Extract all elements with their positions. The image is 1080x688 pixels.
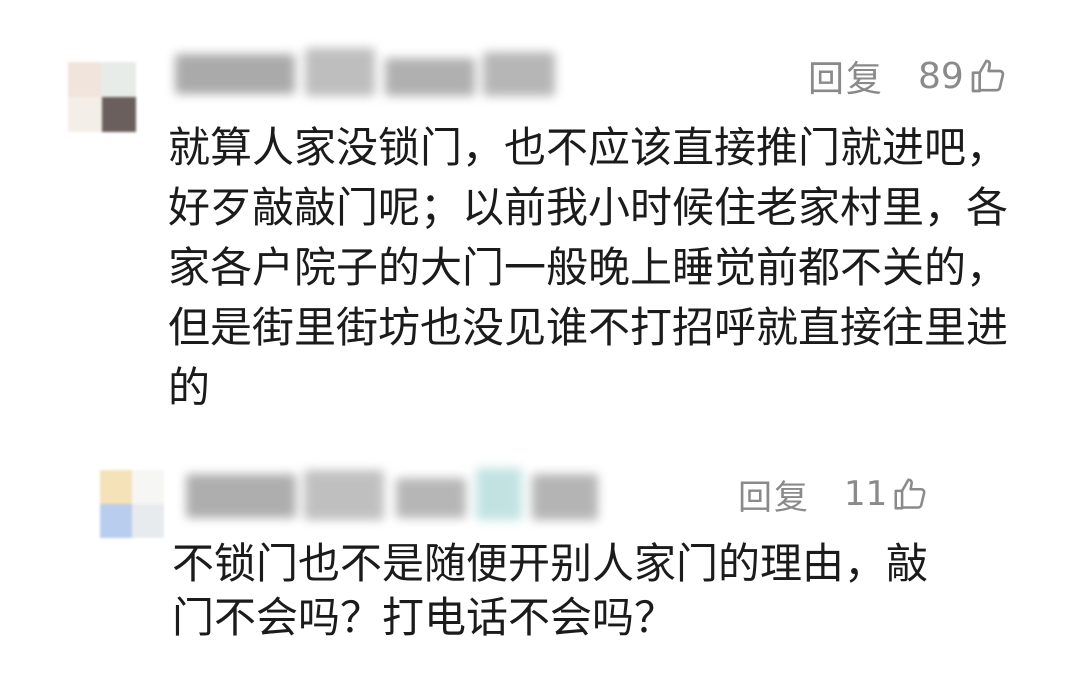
comment-item: 回复 11 不锁门也不是随便开别人家门的理由，敲 门不会吗？打电话不会吗？ bbox=[0, 430, 1080, 688]
reply-button[interactable]: 回复 bbox=[808, 50, 884, 102]
avatar[interactable] bbox=[68, 62, 136, 132]
comment-text: 不锁门也不是随便开别人家门的理由，敲 门不会吗？打电话不会吗？ bbox=[172, 539, 929, 642]
thumbs-up-icon[interactable] bbox=[968, 56, 1008, 96]
reply-button[interactable]: 回复 bbox=[738, 470, 810, 519]
like-count: 11 bbox=[844, 474, 888, 514]
comment-text: 就算人家没锁门，也不应该直接推门就进吧， 好歹敲敲门呢；以前我小时候住老家村里，… bbox=[168, 123, 1009, 412]
thumbs-up-icon[interactable] bbox=[891, 475, 929, 513]
avatar[interactable] bbox=[100, 470, 164, 538]
comment-actions: 回复 89 bbox=[808, 48, 1008, 104]
comment-item: 回复 89 就算人家没锁门，也不应该直接推门就进吧， 好歹敲敲门呢；以前我小时候… bbox=[0, 0, 1080, 430]
like-count: 89 bbox=[918, 55, 964, 97]
username-blurred[interactable] bbox=[176, 460, 606, 532]
comment-actions: 回复 11 bbox=[738, 468, 929, 520]
username-blurred[interactable] bbox=[165, 40, 565, 108]
